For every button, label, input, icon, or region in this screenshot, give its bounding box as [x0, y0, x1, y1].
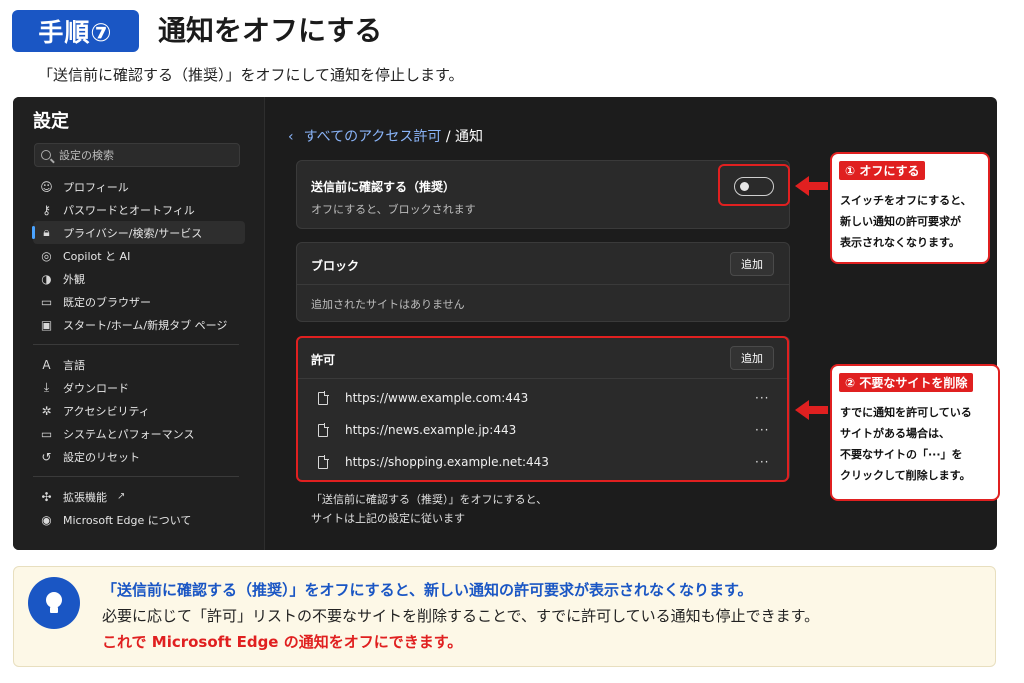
block-add-button[interactable]: 追加 [730, 252, 774, 276]
settings-search[interactable] [34, 143, 240, 167]
breadcrumb-separator: / [441, 129, 455, 145]
sidebar-item-label: アクセシビリティ [63, 404, 150, 418]
browser-icon: ▭ [40, 294, 53, 309]
callout-line: クリックして削除します。 [840, 469, 971, 482]
home-icon: ▣ [40, 317, 53, 332]
sidebar-item-downloads[interactable]: ⤓ ダウンロード [33, 376, 245, 399]
allow-list-highlight-box [296, 336, 789, 482]
tip-line-detail: 必要に応じて「許可」リストの不要なサイトを削除することで、すでに許可している通知… [102, 607, 820, 625]
callout-line: スイッチをオフにすると、 [840, 194, 972, 207]
edge-icon: ◉ [41, 512, 52, 527]
page-subtitle: 「送信前に確認する（推奨）」をオフにして通知を停止します。 [38, 66, 464, 84]
key-icon: ⚷ [42, 202, 51, 217]
sidebar-item-label: 拡張機能 [63, 490, 107, 504]
settings-footnote: 「送信前に確認する（推奨）」をオフにすると、 サイトは上記の設定に従います [311, 490, 547, 528]
nav-divider [33, 476, 239, 477]
sidebar-item-label: 言語 [63, 358, 85, 372]
sidebar-item-passwords[interactable]: ⚷ パスワードとオートフィル [33, 198, 245, 221]
sidebar-item-about-edge[interactable]: ◉ Microsoft Edge について [33, 508, 245, 531]
sidebar-item-label: 設定のリセット [63, 450, 140, 464]
copilot-icon: ◎ [41, 248, 52, 263]
callout-turn-off: ① オフにする スイッチをオフにすると、 新しい通知の許可要求が 表示されなくな… [830, 152, 990, 264]
step-badge: 手順⑦ [12, 10, 139, 52]
sidebar-item-label: 外観 [63, 272, 85, 286]
sidebar-item-label: パスワードとオートフィル [63, 203, 195, 217]
sidebar-item-privacy[interactable]: 🔒︎ プライバシー/検索/サービス [32, 221, 245, 244]
arrow-shaft [808, 406, 828, 414]
laptop-icon: ▭ [40, 426, 53, 441]
settings-title: 設定 [33, 111, 69, 132]
callout-text: スイッチをオフにすると、 新しい通知の許可要求が 表示されなくなります。 [840, 190, 972, 253]
profile-icon: ☺ [40, 179, 53, 194]
sidebar-nav-group-1: ☺ プロフィール ⚷ パスワードとオートフィル 🔒︎ プライバシー/検索/サービ… [32, 175, 245, 531]
sidebar-item-system[interactable]: ▭ システムとパフォーマンス [33, 422, 245, 445]
ask-before-sending-title: 送信前に確認する（推奨） [311, 180, 456, 194]
settings-sidebar: 設定 ☺ プロフィール ⚷ パスワードとオートフィル 🔒︎ プライバシー/検索/… [13, 97, 265, 550]
callout-tag: ② 不要なサイトを削除 [839, 373, 974, 392]
palette-icon: ◑ [41, 271, 52, 286]
callout-line: サイトがある場合は、 [840, 427, 950, 440]
back-chevron-icon[interactable]: ‹ [288, 129, 294, 145]
page-title: 通知をオフにする [158, 14, 383, 47]
sidebar-item-extensions[interactable]: ✣ 拡張機能 ↗ [33, 485, 245, 508]
extension-icon: ✣ [41, 489, 52, 504]
arrow-shaft [808, 182, 828, 190]
sidebar-item-start-home[interactable]: ▣ スタート/ホーム/新規タブ ページ [33, 313, 245, 336]
card-divider [297, 284, 789, 285]
callout-delete-sites: ② 不要なサイトを削除 すでに通知を許可している サイトがある場合は、 不要なサ… [830, 364, 1000, 501]
callout-line: すでに通知を許可している [840, 406, 972, 419]
lightbulb-icon [28, 577, 80, 629]
ask-before-sending-card: 送信前に確認する（推奨） オフにすると、ブロックされます [296, 160, 790, 229]
sidebar-item-label: スタート/ホーム/新規タブ ページ [63, 318, 228, 332]
language-icon: A [42, 357, 51, 372]
footnote-line: サイトは上記の設定に従います [311, 512, 465, 525]
sidebar-item-appearance[interactable]: ◑ 外観 [33, 267, 245, 290]
reset-icon: ↺ [41, 449, 52, 464]
external-link-icon: ↗ [117, 491, 126, 502]
accessibility-icon: ✲ [41, 403, 52, 418]
footnote-line: 「送信前に確認する（推奨）」をオフにすると、 [311, 493, 548, 506]
sidebar-item-default-browser[interactable]: ▭ 既定のブラウザー [33, 290, 245, 313]
nav-divider [33, 344, 239, 345]
block-empty-text: 追加されたサイトはありません [311, 298, 465, 311]
search-icon [41, 150, 51, 160]
tip-line-conclusion: これで Microsoft Edge の通知をオフにできます。 [102, 633, 463, 651]
callout-text: すでに通知を許可している サイトがある場合は、 不要なサイトの「···」を クリ… [840, 402, 972, 486]
ask-before-sending-desc: オフにすると、ブロックされます [311, 203, 476, 216]
arrow-left-icon [795, 400, 809, 420]
sidebar-item-label: Microsoft Edge について [63, 513, 192, 527]
breadcrumb-link[interactable]: すべてのアクセス許可 [304, 129, 442, 145]
callout-tag: ① オフにする [839, 161, 926, 180]
callout-line: 新しい通知の許可要求が [840, 215, 961, 228]
breadcrumb-current: 通知 [455, 129, 483, 145]
lock-icon: 🔒︎ [43, 225, 50, 239]
sidebar-item-copilot[interactable]: ◎ Copilot と AI [33, 244, 245, 267]
tip-box: 「送信前に確認する（推奨）」をオフにすると、新しい通知の許可要求が表示されなくな… [13, 566, 996, 667]
arrow-left-icon [795, 176, 809, 196]
block-title: ブロック [311, 259, 360, 273]
callout-line: 不要なサイトの「···」を [840, 448, 963, 461]
sidebar-item-profile[interactable]: ☺ プロフィール [33, 175, 245, 198]
sidebar-item-label: プロフィール [63, 180, 129, 194]
block-card: ブロック 追加 追加されたサイトはありません [296, 242, 790, 322]
sidebar-item-reset[interactable]: ↺ 設定のリセット [33, 445, 245, 468]
download-icon: ⤓ [43, 380, 50, 394]
sidebar-item-label: ダウンロード [63, 381, 129, 395]
sidebar-item-label: プライバシー/検索/サービス [63, 226, 203, 240]
toggle-highlight-box [718, 164, 790, 206]
tip-line-summary: 「送信前に確認する（推奨）」をオフにすると、新しい通知の許可要求が表示されなくな… [102, 581, 753, 599]
sidebar-item-label: Copilot と AI [63, 249, 131, 263]
sidebar-item-label: 既定のブラウザー [63, 295, 151, 309]
search-input[interactable] [59, 148, 229, 162]
sidebar-item-label: システムとパフォーマンス [63, 427, 195, 441]
callout-line: 表示されなくなります。 [840, 236, 960, 249]
sidebar-item-language[interactable]: A 言語 [33, 353, 245, 376]
breadcrumb: ‹ すべてのアクセス許可 / 通知 [288, 126, 483, 146]
sidebar-item-accessibility[interactable]: ✲ アクセシビリティ [33, 399, 245, 422]
